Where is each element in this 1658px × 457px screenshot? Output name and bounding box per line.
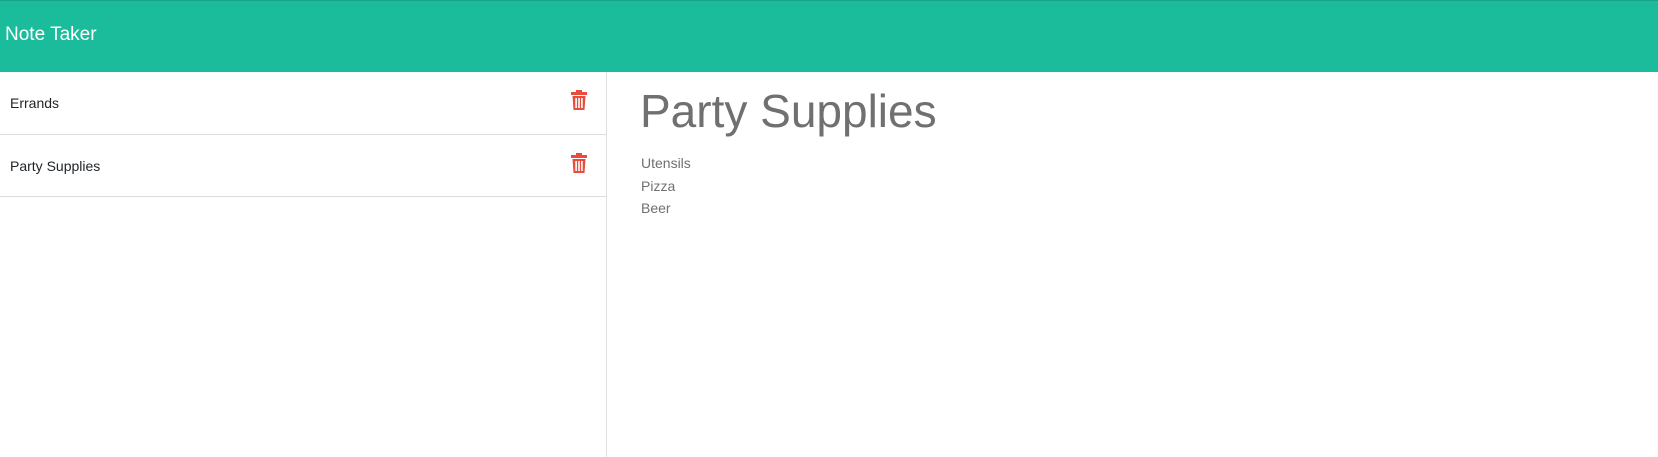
- note-body-line: Beer: [641, 200, 671, 216]
- app-title[interactable]: Note Taker: [5, 23, 97, 47]
- trash-icon[interactable]: [571, 90, 587, 110]
- note-list: Errands Party Supplies: [0, 72, 606, 197]
- note-title-heading[interactable]: Party Supplies: [640, 82, 937, 140]
- trash-icon[interactable]: [571, 153, 587, 173]
- note-list-panel: Errands Party Supplies: [0, 72, 607, 457]
- navbar: Note Taker: [0, 0, 1658, 72]
- note-list-item[interactable]: Errands: [0, 72, 606, 135]
- note-body-line: Pizza: [641, 177, 676, 194]
- note-body-text[interactable]: Utensils Pizza Beer: [641, 152, 691, 220]
- note-detail-panel: Party Supplies Utensils Pizza Beer: [607, 72, 1658, 457]
- note-list-item[interactable]: Party Supplies: [0, 135, 606, 197]
- note-body-line: Utensils: [641, 155, 691, 171]
- note-list-item-title[interactable]: Errands: [10, 94, 59, 112]
- note-list-item-title[interactable]: Party Supplies: [10, 157, 100, 175]
